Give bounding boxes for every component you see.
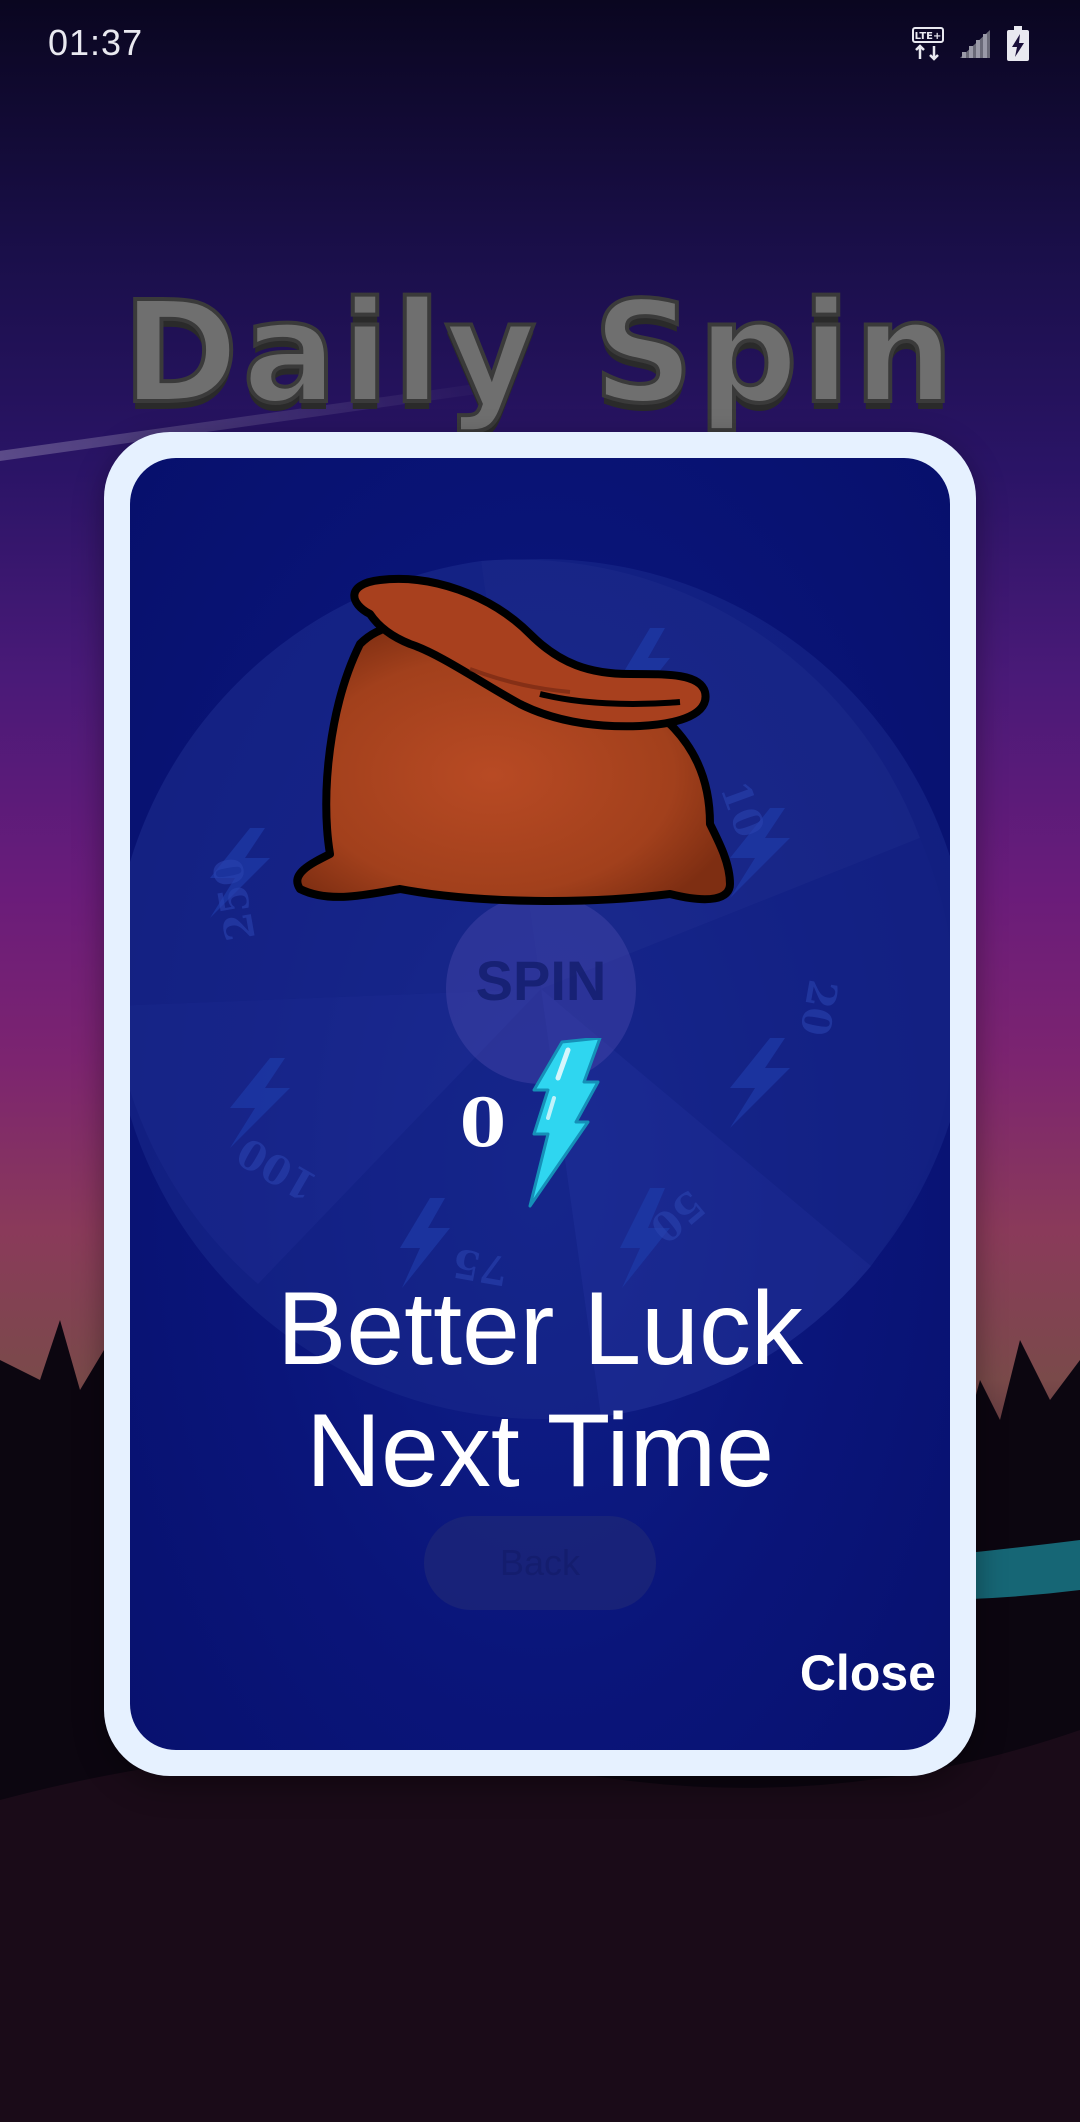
reward-row: 0 — [130, 1038, 950, 1218]
lte-icon: LTE+ — [912, 27, 944, 61]
result-message-line2: Next Time — [305, 1393, 775, 1509]
wheel-segment-label: 20 — [790, 976, 846, 1039]
lte-badge-text: LTE+ — [915, 31, 942, 42]
lightning-bolt-icon — [528, 1038, 602, 1208]
status-icons: LTE+ — [912, 26, 1030, 62]
result-dialog-body: 10 20 50 75 100 250 SPIN Back 0 Better L… — [130, 458, 950, 1750]
close-button[interactable]: Close — [800, 1644, 936, 1702]
battery-charging-icon — [1007, 26, 1029, 61]
daily-spin-screen: 01:37 LTE+ Daily Spin 10 20 50 75 100 25… — [0, 0, 1080, 2122]
screen-title: Daily Spin — [120, 270, 958, 437]
result-dialog: 10 20 50 75 100 250 SPIN Back 0 Better L… — [104, 432, 976, 1776]
result-message: Better Luck Next Time — [130, 1268, 950, 1512]
spin-hub-label: SPIN — [475, 949, 607, 1012]
reward-amount: 0 — [460, 1084, 506, 1162]
status-bar: 01:37 LTE+ — [0, 0, 1080, 90]
status-time: 01:37 — [48, 22, 144, 63]
back-button: Back — [424, 1516, 656, 1610]
bag-icon — [293, 575, 734, 905]
result-message-line1: Better Luck — [276, 1271, 804, 1387]
signal-icon — [960, 30, 990, 58]
